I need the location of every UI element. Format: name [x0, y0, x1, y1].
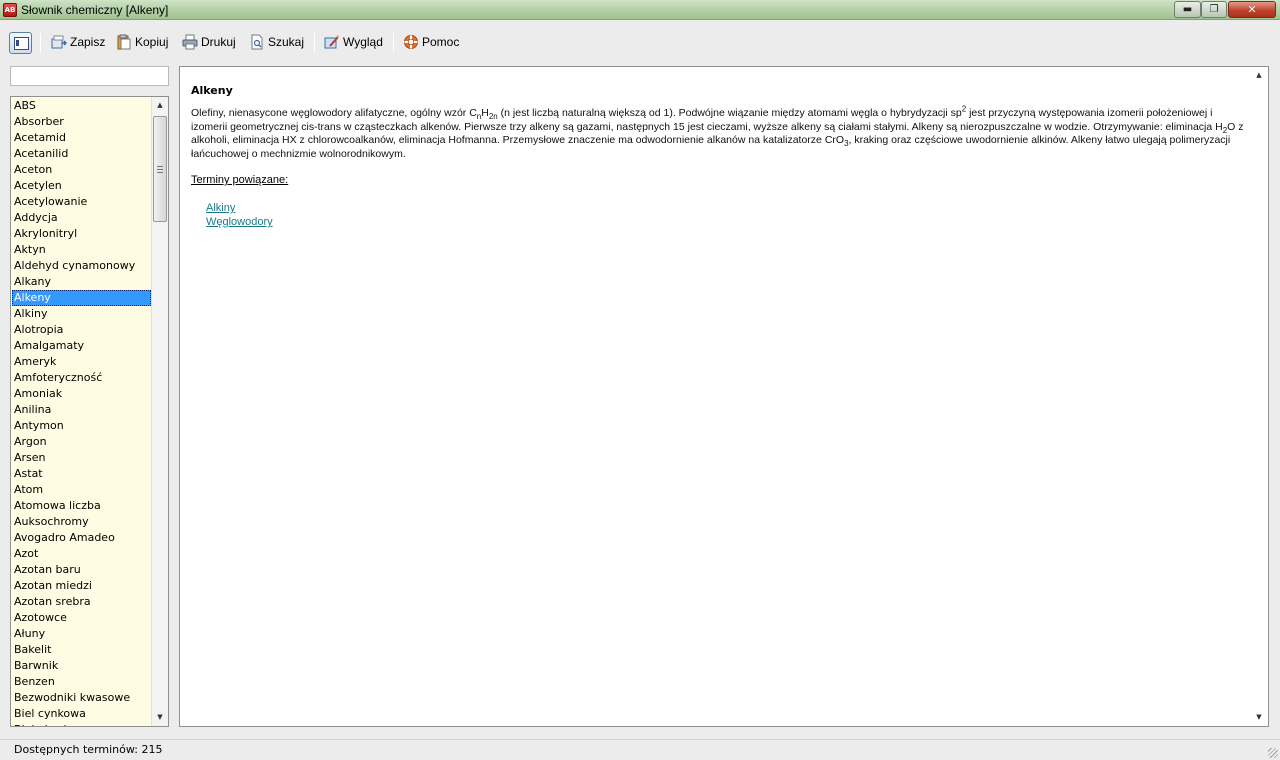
term-list-item[interactable]: Amfoteryczność	[12, 370, 151, 386]
related-term-link[interactable]: Węglowodory	[206, 216, 273, 228]
view-label: Wygląd	[343, 35, 383, 49]
status-bar: Dostępnych terminów: 215	[0, 739, 1280, 760]
term-list-items: ABS Absorber Acetamid Acetanilid Aceton Acety…	[12, 98, 151, 726]
term-list-item[interactable]: Alkiny	[12, 306, 151, 322]
term-list-item[interactable]: Arsen	[12, 450, 151, 466]
term-list-item[interactable]: Alotropia	[12, 322, 151, 338]
close-button[interactable]: ✕	[1228, 1, 1276, 18]
term-count-status: Dostępnych terminów: 215	[14, 743, 163, 756]
article-scrollbar[interactable]: ▲ ▼	[1251, 67, 1268, 726]
scroll-grip-icon	[157, 166, 163, 173]
term-list-item[interactable]: Anilina	[12, 402, 151, 418]
title-bar: AB Słownik chemiczny [Alkeny] ▬ ❐ ✕	[0, 0, 1280, 20]
save-button[interactable]: Zapisz	[51, 32, 105, 52]
term-list-item[interactable]: Alkany	[12, 274, 151, 290]
appearance-icon	[324, 34, 340, 50]
term-list-item[interactable]: Astat	[12, 466, 151, 482]
article-heading: Alkeny	[191, 84, 233, 97]
term-list-item[interactable]: Bezwodniki kwasowe	[12, 690, 151, 706]
term-list-item[interactable]: Azotan baru	[12, 562, 151, 578]
save-icon	[51, 34, 68, 50]
term-list-item[interactable]: Biel ołowiana	[12, 722, 151, 726]
scroll-thumb[interactable]	[153, 116, 167, 222]
toolbar-separator	[40, 33, 41, 52]
term-list[interactable]: ABS Absorber Acetamid Acetanilid Aceton Acety…	[10, 96, 169, 727]
search-label: Szukaj	[268, 35, 305, 49]
term-list-item[interactable]: Amoniak	[12, 386, 151, 402]
minimize-button[interactable]: ▬	[1174, 1, 1201, 18]
term-list-item[interactable]: Ałuny	[12, 626, 151, 642]
term-list-item[interactable]: Benzen	[12, 674, 151, 690]
resize-grip-icon[interactable]	[1268, 748, 1278, 758]
term-list-item[interactable]: Auksochromy	[12, 514, 151, 530]
related-term-link[interactable]: Alkiny	[206, 202, 235, 214]
term-list-item[interactable]: Barwnik	[12, 658, 151, 674]
scroll-down-button[interactable]: ▼	[1251, 709, 1267, 726]
printer-icon	[182, 34, 198, 50]
scroll-up-button[interactable]: ▲	[1251, 67, 1267, 84]
term-list-item[interactable]: Azotowce	[12, 610, 151, 626]
help-button[interactable]: Pomoc	[403, 32, 459, 52]
print-label: Drukuj	[201, 35, 236, 49]
print-button[interactable]: Drukuj	[182, 32, 236, 52]
term-list-item[interactable]: Acetamid	[12, 130, 151, 146]
scroll-down-button[interactable]: ▼	[152, 709, 168, 726]
term-list-item[interactable]: Aktyn	[12, 242, 151, 258]
maximize-button[interactable]: ❐	[1201, 1, 1227, 18]
term-list-item[interactable]: ABS	[12, 98, 151, 114]
clipboard-icon	[116, 34, 132, 50]
term-list-item[interactable]: Amalgamaty	[12, 338, 151, 354]
term-list-item[interactable]: Acetylowanie	[12, 194, 151, 210]
term-list-item[interactable]: Acetylen	[12, 178, 151, 194]
article-pane: Alkeny Olefiny, nienasycone węglowodory …	[179, 66, 1269, 727]
term-list-item[interactable]: Azot	[12, 546, 151, 562]
term-list-item[interactable]: Antymon	[12, 418, 151, 434]
term-list-item[interactable]: Azotan miedzi	[12, 578, 151, 594]
toolbar-separator	[393, 33, 394, 52]
panel-toggle-button[interactable]	[9, 32, 32, 54]
term-list-item[interactable]: Ameryk	[12, 354, 151, 370]
article-text: Olefiny, nienasycone węglowodory alifaty…	[191, 104, 1244, 160]
copy-label: Kopiuj	[135, 35, 169, 49]
toolbar-separator	[314, 33, 315, 52]
term-list-item[interactable]: Acetanilid	[12, 146, 151, 162]
app-icon: AB	[3, 3, 17, 17]
scroll-up-button[interactable]: ▲	[152, 97, 168, 114]
term-list-item[interactable]: Azotan srebra	[12, 594, 151, 610]
window-title: Słownik chemiczny [Alkeny]	[21, 3, 169, 17]
related-terms-label: Terminy powiązane:	[191, 174, 289, 186]
term-search-input[interactable]	[10, 66, 169, 86]
term-list-item[interactable]: Argon	[12, 434, 151, 450]
term-list-item[interactable]: Aceton	[12, 162, 151, 178]
term-list-item[interactable]: Absorber	[12, 114, 151, 130]
term-list-scrollbar[interactable]: ▲ ▼	[151, 97, 168, 726]
help-label: Pomoc	[422, 35, 460, 49]
term-list-item[interactable]: Alkeny	[12, 290, 151, 306]
term-list-item[interactable]: Aldehyd cynamonowy	[12, 258, 151, 274]
toolbar: Zapisz Kopiuj Drukuj Szukaj Wygląd Pomoc	[0, 21, 1280, 61]
copy-button[interactable]: Kopiuj	[116, 32, 168, 52]
save-label: Zapisz	[70, 35, 106, 49]
term-list-item[interactable]: Biel cynkowa	[12, 706, 151, 722]
search-button[interactable]: Szukaj	[249, 32, 304, 52]
term-list-item[interactable]: Atomowa liczba	[12, 498, 151, 514]
help-lifebuoy-icon	[403, 34, 419, 50]
term-list-item[interactable]: Atom	[12, 482, 151, 498]
document-search-icon	[249, 34, 265, 50]
term-list-item[interactable]: Addycja	[12, 210, 151, 226]
term-list-item[interactable]: Avogadro Amadeo	[12, 530, 151, 546]
term-list-item[interactable]: Akrylonitryl	[12, 226, 151, 242]
term-list-item[interactable]: Bakelit	[12, 642, 151, 658]
view-button[interactable]: Wygląd	[324, 32, 383, 52]
